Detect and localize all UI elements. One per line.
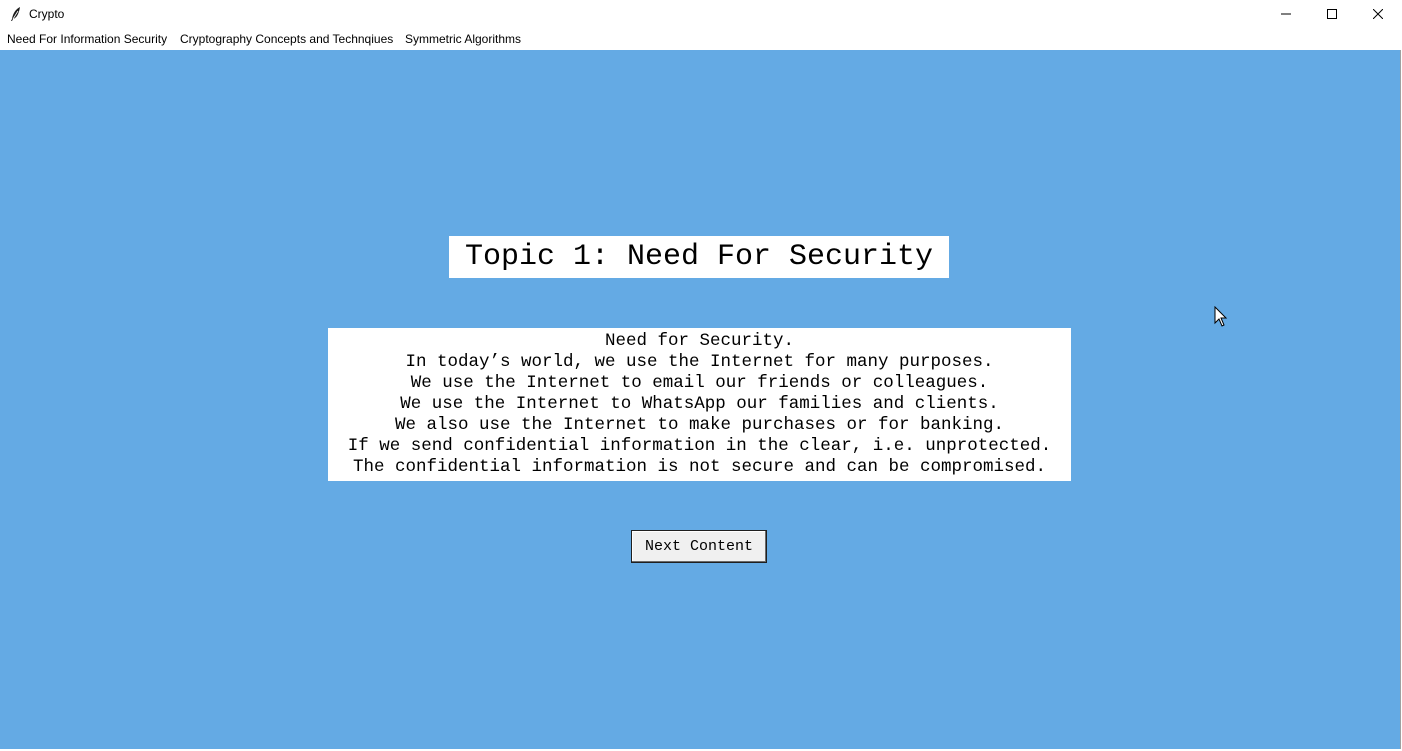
next-content-button[interactable]: Next Content [631,530,767,563]
title-bar[interactable]: Crypto [0,0,1402,30]
body-line: We also use the Internet to make purchas… [394,415,1005,435]
feather-icon [9,6,23,22]
app-window: Crypto Need For Information Security Cry… [0,0,1402,751]
menu-symmetric-algorithms[interactable]: Symmetric Algorithms [405,32,521,46]
mouse-cursor-icon [1214,305,1228,327]
body-line: Need for Security. [604,331,795,351]
topic-title: Topic 1: Need For Security [449,236,949,278]
window-title: Crypto [29,7,65,21]
body-line: If we send confidential information in t… [347,436,1052,456]
maximize-icon [1327,6,1337,24]
minimize-icon [1281,6,1291,24]
minimize-button[interactable] [1263,0,1309,30]
close-icon [1372,6,1384,24]
body-line: The confidential information is not secu… [352,457,1047,477]
maximize-button[interactable] [1309,0,1355,30]
menu-cryptography-concepts[interactable]: Cryptography Concepts and Technqiues [180,32,393,46]
body-line: We use the Internet to email our friends… [410,373,989,393]
topic-body: Need for Security. In today’s world, we … [328,328,1071,481]
menu-need-for-information-security[interactable]: Need For Information Security [7,32,167,46]
body-line: In today’s world, we use the Internet fo… [405,352,994,372]
content-area: Topic 1: Need For Security Need for Secu… [0,50,1401,749]
body-line: We use the Internet to WhatsApp our fami… [400,394,999,414]
close-button[interactable] [1355,0,1401,30]
menu-bar: Need For Information Security Cryptograp… [0,30,1402,49]
